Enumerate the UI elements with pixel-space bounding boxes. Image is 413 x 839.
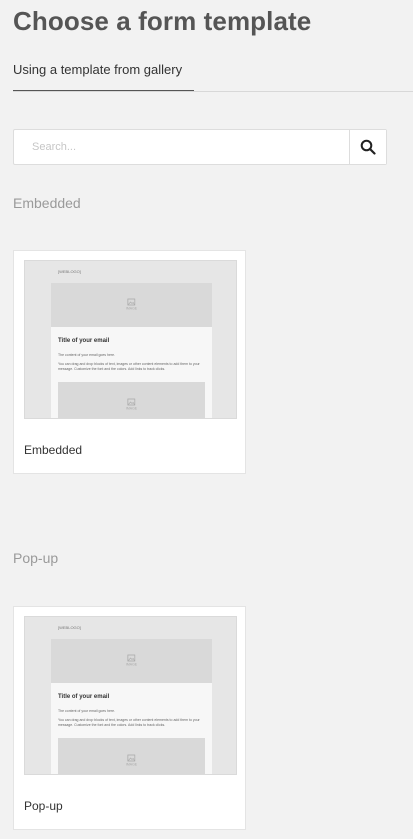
- preview-text: You can drag and drop blocks of text, im…: [58, 718, 200, 727]
- template-card-name: Pop-up: [24, 799, 63, 813]
- template-card-popup[interactable]: [WEBLOGO] IMAGE Title of your email The …: [13, 606, 246, 830]
- search-button[interactable]: [349, 130, 386, 164]
- preview-hero-image: IMAGE: [51, 283, 212, 327]
- template-card-embedded[interactable]: [WEBLOGO] IMAGE Title of your email The …: [13, 250, 246, 474]
- image-placeholder-label: IMAGE: [125, 406, 138, 410]
- image-icon: [127, 398, 136, 405]
- preview-content-image: IMAGE: [58, 382, 205, 418]
- image-icon: [127, 754, 136, 761]
- tab-bar: Using a template from gallery: [13, 60, 413, 92]
- search-box: [13, 129, 387, 165]
- template-card-name: Embedded: [24, 443, 83, 457]
- section-label-popup: Pop-up: [13, 550, 59, 566]
- image-placeholder-label: IMAGE: [125, 762, 138, 766]
- image-icon: [127, 298, 136, 306]
- image-placeholder-label: IMAGE: [125, 662, 138, 667]
- section-label-embedded: Embedded: [13, 195, 81, 211]
- preview-body: Title of your email The content of your …: [51, 683, 212, 774]
- search-input[interactable]: [14, 130, 349, 164]
- image-placeholder-label: IMAGE: [125, 306, 138, 311]
- preview-title: Title of your email: [58, 338, 110, 344]
- preview-text: The content of your email goes here.: [58, 353, 116, 357]
- tab-gallery-template[interactable]: Using a template from gallery: [13, 60, 195, 91]
- image-icon: [127, 654, 136, 662]
- preview-logo: [WEBLOGO]: [58, 625, 81, 630]
- template-preview: [WEBLOGO] IMAGE Title of your email The …: [24, 616, 237, 775]
- search-icon: [360, 139, 376, 155]
- preview-hero-image: IMAGE: [51, 639, 212, 683]
- page-title: Choose a form template: [13, 6, 312, 36]
- preview-logo: [WEBLOGO]: [58, 269, 81, 274]
- preview-text: You can drag and drop blocks of text, im…: [58, 362, 200, 371]
- preview-body: Title of your email The content of your …: [51, 327, 212, 418]
- template-preview: [WEBLOGO] IMAGE Title of your email The …: [24, 260, 237, 419]
- preview-text: The content of your email goes here.: [58, 709, 116, 713]
- preview-content-image: IMAGE: [58, 738, 205, 774]
- preview-title: Title of your email: [58, 694, 110, 700]
